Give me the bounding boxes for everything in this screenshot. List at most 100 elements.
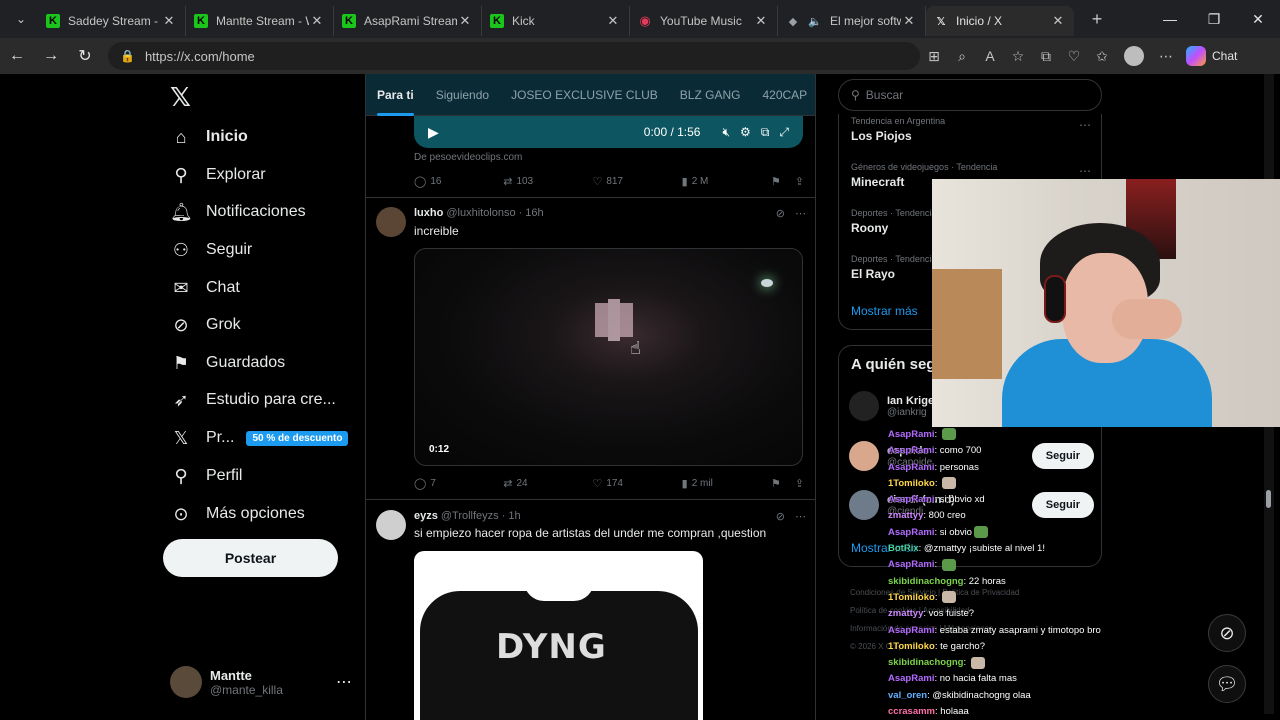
minimize-icon[interactable]: — [1148,11,1192,28]
fullscreen-icon[interactable]: ⤢ [779,125,789,140]
speaker-icon[interactable]: 🔈 [808,14,822,28]
tab-list-dropdown-icon[interactable]: ⌄ [4,5,38,33]
browser-tab[interactable]: K Saddey Stream - W✕ [38,6,186,36]
zoom-icon[interactable]: ⌕ [948,48,976,65]
browser-tab[interactable]: K Kick ✕ [482,6,630,36]
tab-list-joseo[interactable]: JOSEO EXCLUSIVE CLUB [500,74,669,116]
repost-button[interactable]: ⇄ 103 [503,175,592,188]
close-window-icon[interactable]: ✕ [1236,11,1280,28]
nav-premium[interactable]: 𝕏 Pr... 50 % de descuento [170,423,349,453]
nav-more-options[interactable]: ⊙ Más opciones [170,499,304,529]
close-tab-icon[interactable]: ✕ [1050,13,1066,29]
nav-home[interactable]: ⌂ Inicio [170,122,248,152]
nav-explore[interactable]: ⚲ Explorar [170,160,265,190]
forward-icon[interactable]: → [34,47,68,65]
author-name[interactable]: luxho [414,207,443,219]
tweet-time[interactable]: 1h [508,510,520,522]
reply-button[interactable]: ◯ 7 [414,477,503,490]
nav-notifications[interactable]: 🔔︎ Notificaciones [170,197,306,227]
nav-follow[interactable]: ⚇ Seguir [170,235,252,265]
more-icon[interactable]: ⋯ [1079,164,1091,178]
copilot-chat-button[interactable]: Chat [1186,46,1237,66]
tweet-image[interactable]: DYNG [414,551,703,720]
nav-creator-studio[interactable]: ➶ Estudio para cre... [170,385,335,415]
reply-button[interactable]: ◯ 16 [414,175,503,188]
repost-button[interactable]: ⇄ 24 [503,477,592,490]
play-icon[interactable]: ▶ [428,124,439,141]
favorite-star-icon[interactable]: ☆ [1004,48,1032,65]
grok-fab-icon[interactable]: ⊘ [1208,614,1246,652]
tab-following[interactable]: Siguiendo [425,74,500,116]
browser-tab-active[interactable]: 𝕏 Inicio / X ✕ [926,6,1074,36]
stream-chat-overlay: AsapRami: AsapRami: como 700 AsapRami: pe… [888,427,1178,720]
x-logo-icon[interactable]: 𝕏 [170,82,191,113]
tweet-video[interactable]: 0:12 [414,248,803,466]
bookmark-icon[interactable]: ⚑ [771,477,781,490]
author-handle[interactable]: @luxhitolonso [446,207,515,219]
trend-item[interactable]: Tendencia en Argentina Los Piojos ⋯ [851,116,1091,143]
back-icon[interactable]: ← [0,47,34,65]
more-icon[interactable]: ⋯ [336,672,352,692]
url-input[interactable]: 🔒 https://x.com/home [108,42,920,70]
extensions-icon[interactable]: ⧉ [1032,48,1060,65]
bookmark-icon[interactable]: ⚑ [771,175,781,188]
post-button[interactable]: Postear [163,539,338,577]
close-tab-icon[interactable]: ✕ [605,13,621,29]
like-button[interactable]: ♡ 817 [592,175,681,188]
site-info-icon[interactable]: 🔒 [120,49,135,63]
more-menu-icon[interactable]: ⋯ [1152,48,1180,65]
share-icon[interactable]: ⇪ [795,175,804,188]
close-tab-icon[interactable]: ✕ [161,13,177,29]
more-icon[interactable]: ⋯ [795,207,806,220]
mute-icon[interactable]: 🔇︎ [722,125,730,140]
video-source[interactable]: De pesoevideoclips.com [414,152,522,163]
settings-gear-icon[interactable]: ⚙ [740,125,751,139]
nav-chat[interactable]: ✉ Chat [170,273,239,303]
share-icon[interactable]: ⇪ [795,477,804,490]
more-icon[interactable]: ⋯ [795,510,806,523]
account-switcher[interactable]: Mantte @mante_killa ⋯ [170,662,352,702]
avatar[interactable] [376,207,406,237]
close-tab-icon[interactable]: ✕ [753,13,769,29]
pip-icon[interactable]: ⧉ [761,125,770,140]
nav-grok[interactable]: ⊘ Grok [170,310,240,340]
tab-for-you[interactable]: Para ti [366,74,425,116]
chat-username: AsapRami [888,526,935,538]
messages-fab-icon[interactable]: 💬︎ [1208,665,1246,703]
close-tab-icon[interactable]: ✕ [309,13,325,29]
scrollbar-thumb[interactable] [1266,490,1271,508]
chat-message: 1Tomiloko: [888,476,1178,492]
close-tab-icon[interactable]: ✕ [901,13,917,29]
maximize-icon[interactable]: ❐ [1192,11,1236,28]
close-tab-icon[interactable]: ✕ [457,13,473,29]
tab-list-blz[interactable]: BLZ GANG [669,74,752,116]
reload-icon[interactable]: ↻ [68,46,102,66]
grok-icon[interactable]: ⊘ [776,510,785,523]
browser-tab[interactable]: K Mantte Stream - W ✕ [186,6,334,36]
tweet-time[interactable]: 16h [525,207,543,219]
read-aloud-icon[interactable]: A [976,48,1004,64]
views-button[interactable]: ▮ 2 M [682,175,771,188]
nav-profile[interactable]: ⚲ Perfil [170,461,242,491]
profile-avatar-icon[interactable] [1124,46,1144,66]
like-button[interactable]: ♡ 174 [592,477,681,490]
browser-tab[interactable]: ◆ 🔈 El mejor softw ✕ [778,6,926,36]
browser-tab[interactable]: ◉ YouTube Music ✕ [630,6,778,36]
nav-bookmarks[interactable]: ⚑ Guardados [170,348,285,378]
favorites-icon[interactable]: ✩ [1088,48,1116,65]
avatar[interactable] [376,510,406,540]
show-more-link[interactable]: Mostrar más [851,304,918,318]
author-name[interactable]: eyzs [414,510,438,522]
author-handle[interactable]: @Trollfeyzs [441,510,499,522]
tab-list-420cap[interactable]: 420CAP [751,74,815,116]
copilot-label: Chat [1212,49,1238,63]
more-icon[interactable]: ⋯ [1079,118,1091,132]
views-icon: ▮ [681,175,688,188]
browser-essentials-icon[interactable]: ♡ [1060,48,1088,65]
search-input[interactable]: ⚲ Buscar [838,79,1102,111]
new-tab-icon[interactable]: + [1082,9,1112,30]
views-button[interactable]: ▮ 2 mil [682,477,771,490]
grok-icon[interactable]: ⊘ [776,207,785,220]
apps-icon[interactable]: ⊞ [920,48,948,65]
browser-tab[interactable]: K AsapRami Stream -✕ [334,6,482,36]
